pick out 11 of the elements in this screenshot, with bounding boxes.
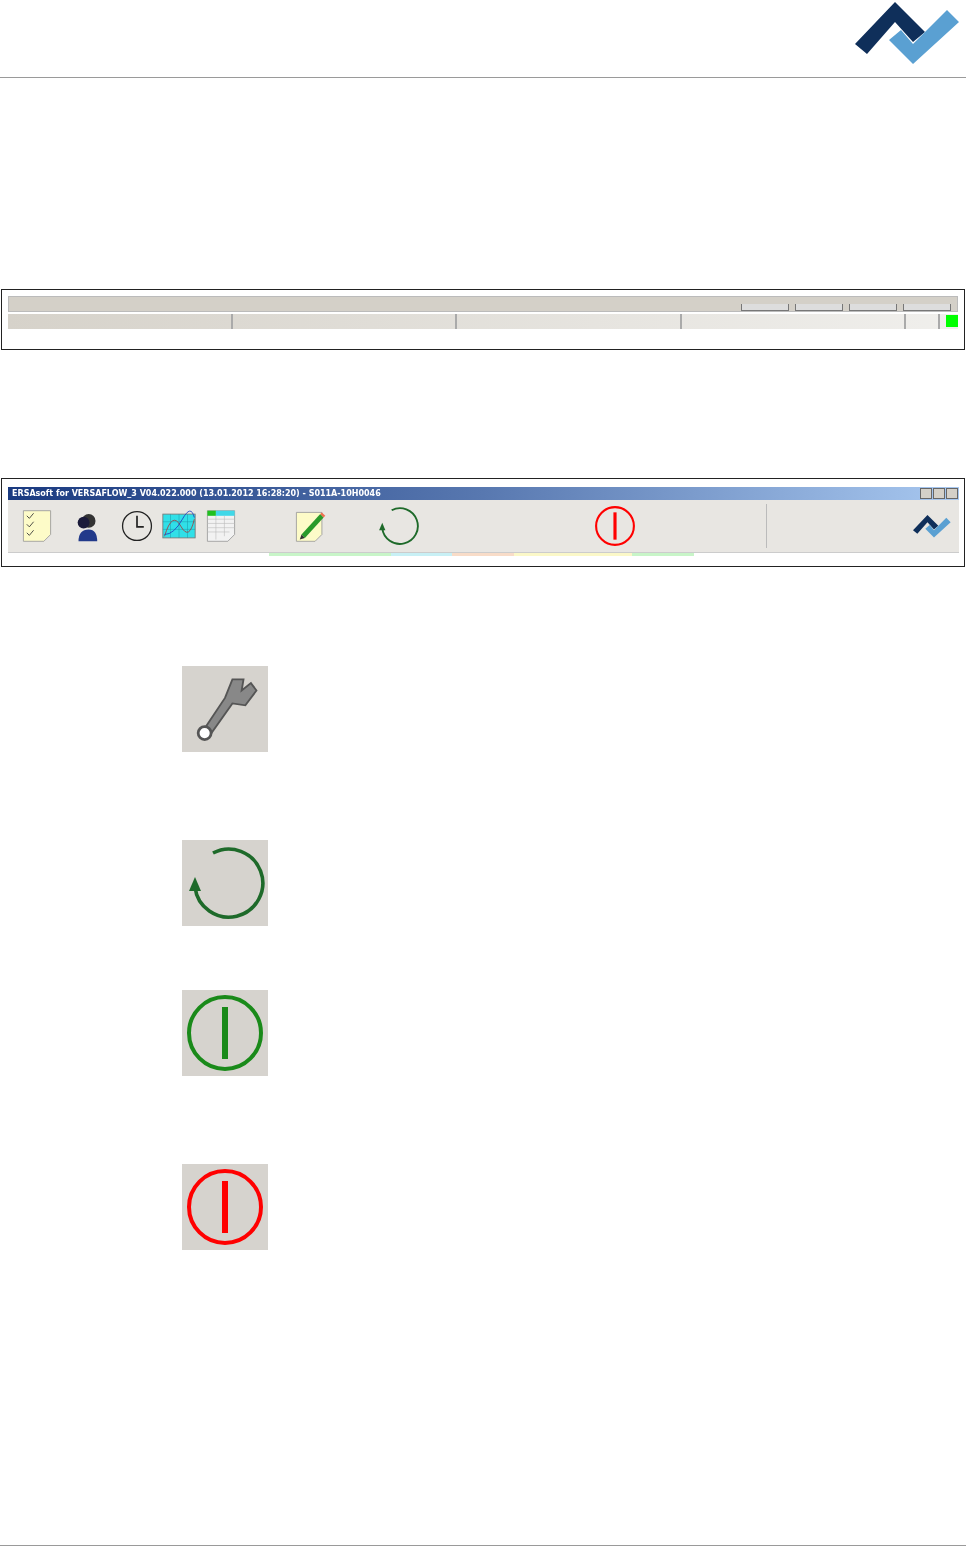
clock-icon (120, 509, 154, 543)
company-logo (913, 514, 951, 538)
table-icon (204, 509, 238, 543)
edit-icon (293, 509, 327, 543)
maximize-button[interactable] (933, 488, 945, 499)
checklist-icon (20, 509, 54, 543)
refresh-icon (377, 505, 419, 547)
window-title: ERSAsoft for VERSAFLOW_3 V04.022.000 (13.01.2012 16:28:20) - S011A-10H0046 (12, 489, 382, 498)
close-button[interactable] (946, 488, 958, 499)
minimize-button[interactable] (920, 488, 932, 499)
power-icon (594, 505, 636, 547)
